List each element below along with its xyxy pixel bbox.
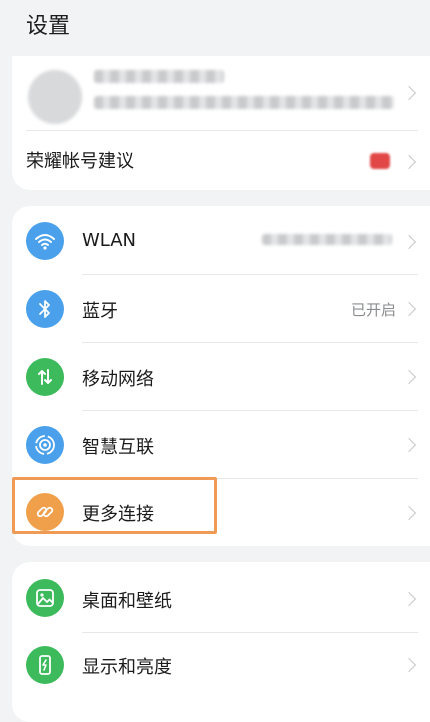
display-brightness-row[interactable]: 显示和亮度 (12, 633, 430, 699)
smart-connect-row[interactable]: 智慧互联 (12, 411, 430, 477)
wallpaper-label: 桌面和壁纸 (82, 591, 172, 612)
wallpaper-icon (26, 579, 64, 617)
bluetooth-icon (26, 290, 64, 328)
wlan-network-name-blurred (262, 234, 392, 245)
account-card: 荣耀帐号建议 (12, 56, 430, 190)
display-card: 桌面和壁纸 显示和亮度 (12, 562, 430, 722)
chevron-right-icon (401, 85, 417, 101)
account-suggestion-row[interactable]: 荣耀帐号建议 (12, 132, 430, 190)
avatar (28, 70, 82, 124)
chevron-right-icon (401, 657, 417, 673)
notification-badge (370, 153, 390, 169)
chevron-right-icon (401, 234, 417, 250)
chevron-right-icon (401, 154, 417, 170)
mobile-network-label: 移动网络 (82, 369, 154, 390)
wlan-row[interactable]: WLAN (12, 206, 430, 274)
bluetooth-label: 蓝牙 (82, 301, 118, 322)
bluetooth-status: 已开启 (350, 301, 396, 319)
chevron-right-icon (401, 505, 417, 521)
chevron-right-icon (401, 437, 417, 453)
smart-connect-label: 智慧互联 (82, 437, 154, 458)
highlight-box (12, 477, 217, 534)
brightness-icon (26, 646, 64, 684)
chevron-right-icon (401, 369, 417, 385)
display-brightness-label: 显示和亮度 (82, 657, 172, 678)
chevron-right-icon (401, 301, 417, 317)
mobile-data-icon (26, 358, 64, 396)
divider (26, 130, 418, 131)
mobile-network-row[interactable]: 移动网络 (12, 343, 430, 409)
account-row[interactable] (12, 56, 430, 132)
wifi-icon (26, 222, 64, 260)
account-suggestion-label: 荣耀帐号建议 (26, 151, 134, 172)
smart-connect-icon (26, 426, 64, 464)
bluetooth-row[interactable]: 蓝牙 已开启 (12, 275, 430, 341)
wallpaper-row[interactable]: 桌面和壁纸 (12, 562, 430, 632)
wlan-label: WLAN (82, 230, 137, 251)
page-title: 设置 (26, 14, 71, 39)
chevron-right-icon (401, 591, 417, 607)
account-subtitle-blurred (94, 96, 394, 109)
account-name-blurred (94, 70, 224, 83)
